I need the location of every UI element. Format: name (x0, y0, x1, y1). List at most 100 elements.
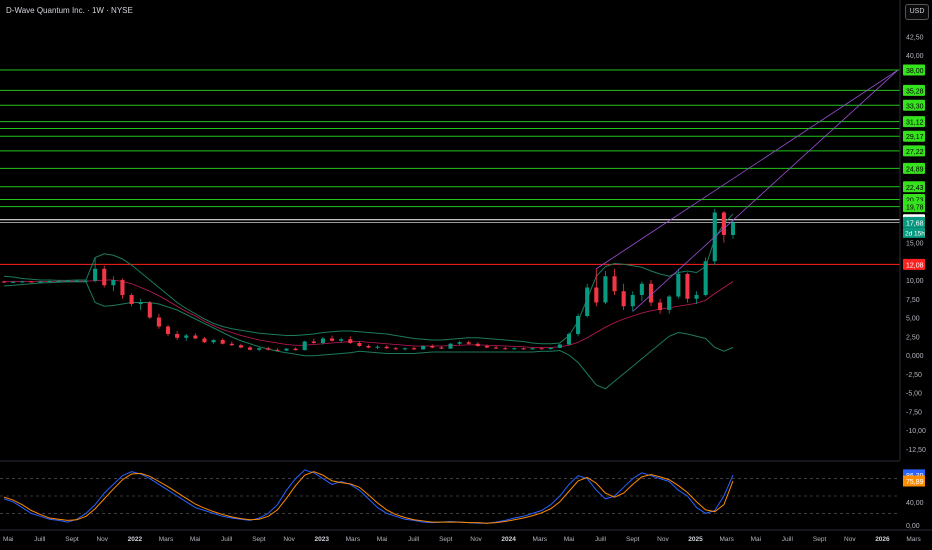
candle-body (503, 348, 508, 350)
candle-body (165, 326, 171, 334)
candle-body (65, 280, 70, 282)
candle-body (676, 274, 681, 297)
candle-body (667, 296, 672, 310)
candle-body (320, 338, 325, 343)
candle-body (375, 346, 380, 348)
candle-body (685, 274, 690, 299)
candle-body (457, 342, 462, 344)
price-tick-label: -10,00 (906, 428, 926, 435)
candle-body (576, 316, 581, 334)
price-tick-label: 33,30 (906, 103, 924, 110)
price-tick-label: -7,50 (906, 409, 922, 416)
candle-body (293, 348, 298, 351)
time-tick-label: 2025 (688, 536, 703, 543)
candle-body (402, 348, 408, 350)
time-tick-label: Sept (252, 536, 266, 543)
price-tick-label: 0,000 (906, 353, 924, 360)
time-tick-label: Juill (595, 536, 607, 543)
wedge-trendlines-layer (596, 69, 899, 312)
candle-body (311, 341, 316, 343)
candle-body (412, 348, 417, 350)
candle-body (120, 280, 125, 295)
price-tick-label: 7,50 (906, 297, 920, 304)
candle-body (494, 347, 499, 349)
candle-body (102, 268, 107, 286)
time-tick-label: Juill (782, 536, 794, 543)
candle-body (156, 317, 161, 327)
time-tick-label: Juill (34, 536, 46, 543)
price-tick-label: 22,43 (906, 185, 924, 192)
candle-body (47, 281, 52, 283)
candle-body (439, 347, 444, 349)
price-tick-label: -12,50 (906, 447, 926, 454)
time-tick-label: Sept (626, 536, 640, 543)
time-tick-label: Juill (221, 536, 233, 543)
candle-body (530, 348, 535, 350)
time-tick-label: Mai (564, 536, 574, 543)
wedge-lower-trendline (632, 69, 899, 312)
candle-body (202, 338, 207, 343)
time-tick-label: 2024 (501, 536, 516, 543)
time-axis[interactable]: Mai Juill Sept Nov 2022 Mars Mai Juill Sept Nov 20… (0, 529, 932, 543)
candle-body (147, 302, 152, 318)
candle-body (339, 339, 344, 341)
stoch-tick-label: 75,89 (906, 479, 924, 486)
time-tick-label: Sept (813, 536, 827, 543)
candle-body (29, 281, 34, 283)
candle-body (658, 302, 663, 310)
candle-body (539, 348, 544, 350)
price-tick-label: -5,00 (906, 391, 922, 398)
wedge-upper-trendline (596, 69, 899, 270)
time-tick-label: 2022 (128, 536, 143, 543)
time-tick-label: Nov (283, 536, 295, 543)
countdown-label: 2d 15h (905, 230, 925, 237)
candle-body (74, 280, 79, 282)
candle-body (557, 344, 562, 348)
time-tick-label: Sept (65, 536, 79, 543)
time-tick-label: Mai (190, 536, 200, 543)
time-tick-label: Mai (751, 536, 761, 543)
candle-body (11, 281, 16, 283)
candle-body (229, 343, 234, 346)
price-tick-label: 38,00 (906, 68, 924, 75)
time-tick-label: Mars (719, 536, 734, 543)
candle-body (220, 340, 225, 344)
candle-body (38, 281, 43, 283)
candle-body (184, 335, 189, 338)
price-tick-label: 15,00 (906, 241, 924, 248)
price-chart[interactable]: 42,50 40,00 38,00 35,28 33,30 31,12 29,17 27,22… (0, 0, 932, 550)
candle-body (466, 342, 471, 344)
candle-body (275, 349, 280, 351)
time-tick-label: Mars (533, 536, 548, 543)
horizontal-levels-layer (0, 69, 900, 265)
candle-body (393, 348, 398, 350)
time-tick-label: 2023 (315, 536, 330, 543)
candle-body (193, 335, 198, 339)
currency-button[interactable]: USD (905, 4, 929, 20)
candle-body (585, 287, 590, 316)
time-tick-label: Nov (470, 536, 482, 543)
time-tick-label: Sept (439, 536, 453, 543)
time-tick-label: Mars (159, 536, 174, 543)
candle-body (548, 347, 553, 349)
price-tick-label: 31,12 (906, 120, 924, 127)
price-tick-label: 10,00 (906, 278, 924, 285)
candle-body (56, 281, 61, 283)
price-tick-label: 42,50 (906, 34, 924, 41)
candle-body (238, 345, 243, 348)
price-axis[interactable]: 42,50 40,00 38,00 35,28 33,30 31,12 29,17 27,22… (899, 0, 926, 530)
time-tick-label: Nov (96, 536, 108, 543)
candle-body (247, 347, 253, 350)
candle-body (730, 222, 736, 235)
stochastic-rsi-pane (0, 460, 900, 524)
stoch-d-line (3, 471, 734, 524)
candle-body (93, 268, 98, 281)
candle-body (175, 334, 180, 338)
candle-body (594, 287, 599, 303)
candle-body (284, 348, 289, 351)
candle-body (721, 212, 726, 235)
candle-body (448, 343, 453, 349)
candle-body (603, 276, 608, 303)
price-tick-label: 29,17 (906, 134, 924, 141)
candle-body (83, 280, 89, 282)
